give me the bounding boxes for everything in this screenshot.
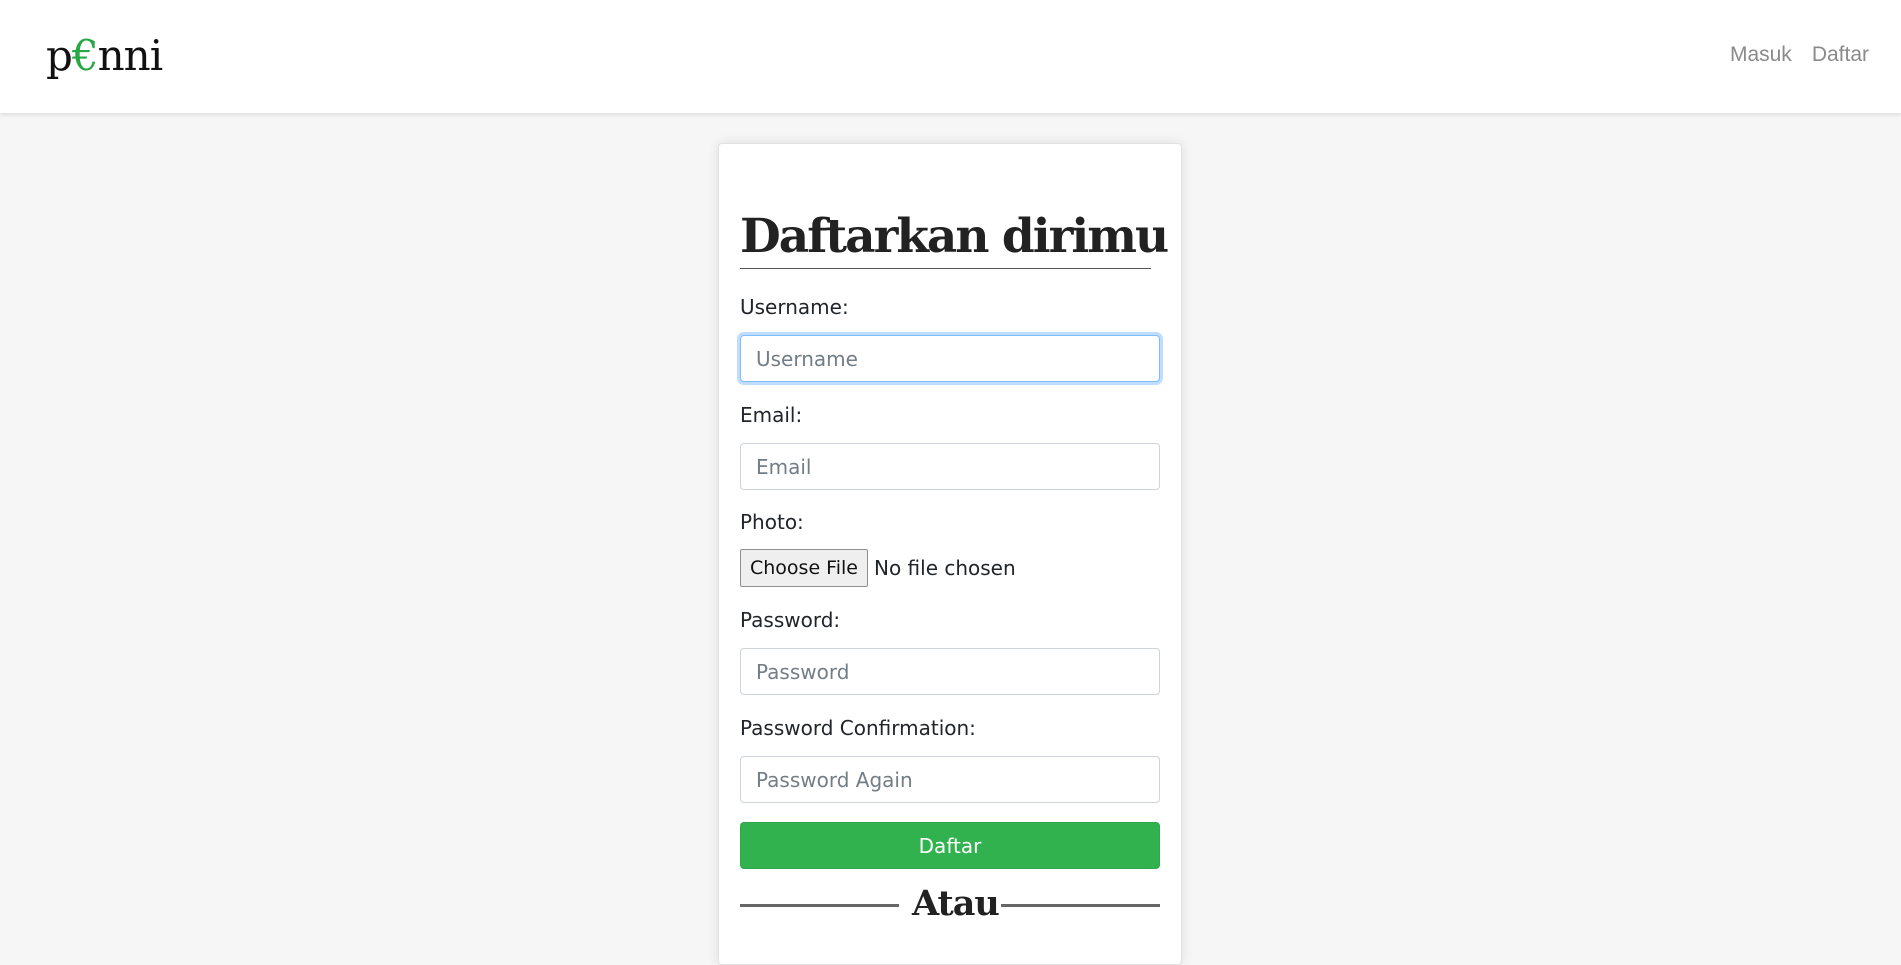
brand-suffix: nni [97, 31, 164, 80]
choose-file-button[interactable]: Choose File [740, 549, 868, 587]
password-input[interactable] [740, 648, 1160, 695]
username-input[interactable] [740, 335, 1160, 382]
photo-file-input: Choose File No file chosen [740, 549, 1016, 587]
nav-links: Masuk Daftar [1730, 43, 1869, 67]
email-input[interactable] [740, 443, 1160, 490]
nav-register-link[interactable]: Daftar [1812, 43, 1869, 67]
register-submit-button[interactable]: Daftar [740, 822, 1160, 869]
email-label: Email: [740, 403, 803, 427]
navbar: p€nni Masuk Daftar [0, 0, 1901, 113]
nav-login-link[interactable]: Masuk [1730, 43, 1792, 67]
brand-logo[interactable]: p€nni [46, 30, 164, 82]
divider-text: Atau [912, 883, 1000, 924]
password-confirmation-label: Password Confirmation: [740, 716, 976, 740]
page-title: Daftarkan dirimu [740, 206, 1169, 269]
register-card: Daftarkan dirimu Username: Email: Photo:… [718, 143, 1182, 965]
brand-prefix: p [46, 31, 73, 80]
password-confirmation-input[interactable] [740, 756, 1160, 803]
divider-line-right [1001, 904, 1160, 907]
photo-label: Photo: [740, 510, 804, 534]
username-label: Username: [740, 295, 849, 319]
brand-accent: € [71, 31, 99, 80]
file-status-text: No file chosen [873, 556, 1016, 580]
divider-line-left [740, 904, 899, 907]
password-label: Password: [740, 608, 841, 632]
